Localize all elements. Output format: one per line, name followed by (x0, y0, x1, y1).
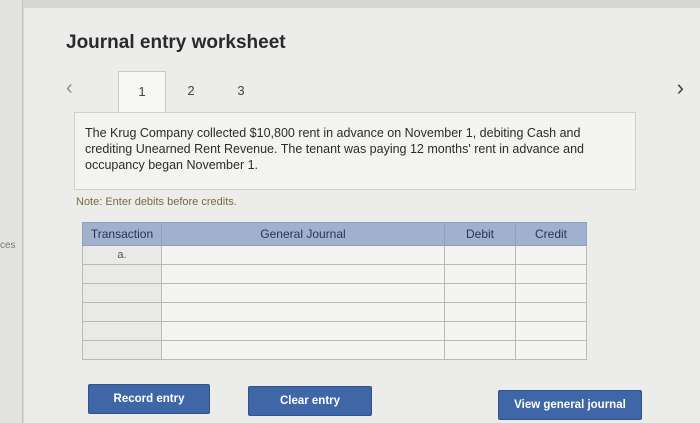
table-row (82, 340, 587, 360)
worksheet-title: Journal entry worksheet (66, 32, 286, 53)
table-row: a. (82, 245, 587, 265)
column-header-transaction: Transaction (82, 222, 162, 246)
credit-input[interactable] (515, 283, 587, 303)
account-input[interactable] (161, 321, 445, 341)
tab-3[interactable]: 3 (218, 71, 264, 111)
table-row (82, 283, 587, 303)
clear-entry-button[interactable]: Clear entry (248, 386, 372, 416)
credit-input[interactable] (515, 340, 587, 360)
chevron-right-icon[interactable]: › (677, 75, 684, 101)
tab-label: 2 (187, 83, 195, 98)
transaction-cell (82, 302, 162, 322)
table-row (82, 321, 587, 341)
view-general-journal-button[interactable]: View general journal (498, 390, 642, 420)
account-input[interactable] (161, 340, 445, 360)
transaction-cell: a. (82, 245, 162, 265)
account-input[interactable] (161, 264, 445, 284)
tab-label: 3 (237, 83, 245, 98)
account-input[interactable] (161, 302, 445, 322)
question-text: The Krug Company collected $10,800 rent … (85, 126, 585, 172)
transaction-cell (82, 340, 162, 360)
transaction-cell (82, 321, 162, 341)
chevron-left-icon[interactable]: ‹ (66, 77, 73, 100)
column-header-general-journal: General Journal (161, 222, 445, 246)
column-header-credit: Credit (515, 222, 587, 246)
credit-input[interactable] (515, 245, 587, 265)
record-entry-button[interactable]: Record entry (88, 384, 210, 414)
account-input[interactable] (161, 245, 445, 265)
account-input[interactable] (161, 283, 445, 303)
debit-input[interactable] (444, 264, 516, 284)
debit-input[interactable] (444, 302, 516, 322)
left-strip: ces (0, 0, 23, 423)
question-box: The Krug Company collected $10,800 rent … (74, 112, 636, 190)
note-text: Note: Enter debits before credits. (76, 196, 237, 208)
debit-input[interactable] (444, 245, 516, 265)
tab-label: 1 (138, 84, 146, 99)
debit-input[interactable] (444, 283, 516, 303)
column-header-debit: Debit (444, 222, 516, 246)
table-row (82, 302, 587, 322)
journal-entry-table: Transaction General Journal Debit Credit… (82, 222, 587, 360)
credit-input[interactable] (515, 321, 587, 341)
sidebar-cut-text: ces (0, 240, 16, 251)
debit-input[interactable] (444, 321, 516, 341)
tab-2[interactable]: 2 (168, 71, 214, 111)
table-header-row: Transaction General Journal Debit Credit (82, 222, 587, 246)
worksheet-panel: Journal entry worksheet ‹ 1 2 3 › The Kr… (24, 8, 700, 423)
table-row (82, 264, 587, 284)
worksheet-tabbar: ‹ 1 2 3 › (64, 71, 684, 114)
credit-input[interactable] (515, 264, 587, 284)
credit-input[interactable] (515, 302, 587, 322)
tab-1[interactable]: 1 (118, 71, 166, 114)
transaction-cell (82, 283, 162, 303)
transaction-cell (82, 264, 162, 284)
debit-input[interactable] (444, 340, 516, 360)
